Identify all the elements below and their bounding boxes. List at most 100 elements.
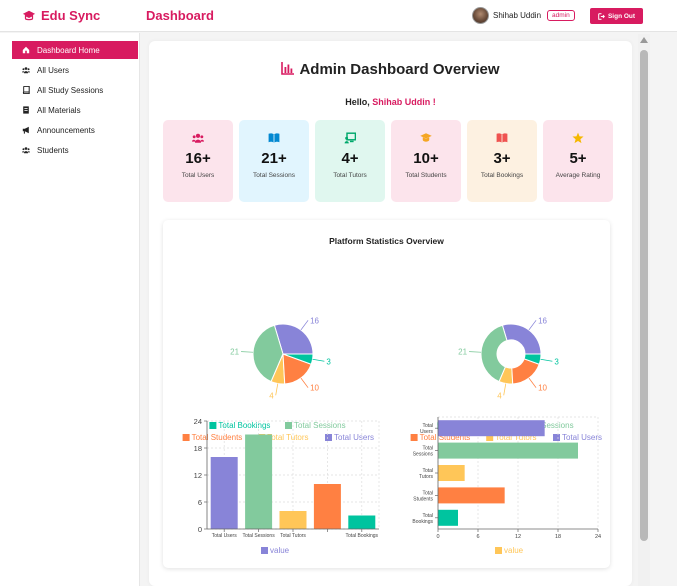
chart1-legend-swatch-total-users bbox=[553, 434, 560, 441]
hbar-xtick-label-0: 0 bbox=[436, 534, 439, 540]
vbar-ytick-label-18: 18 bbox=[194, 444, 202, 453]
book-open-icon bbox=[496, 133, 508, 143]
chart1-legend-total-users: Total Users bbox=[562, 433, 602, 442]
sign-out-button[interactable]: Sign Out bbox=[590, 8, 643, 24]
top-bar: Edu Sync Dashboard Shihab Uddin admin Si… bbox=[0, 0, 677, 32]
main-content: Admin Dashboard Overview Hello, Shihab U… bbox=[149, 41, 632, 586]
chart0-legend-total-students: Total Students bbox=[192, 433, 243, 442]
sidebar-item-label: All Study Sessions bbox=[37, 85, 104, 95]
overview-heading: Admin Dashboard Overview bbox=[149, 61, 632, 78]
vbar-bar-total-tutors bbox=[279, 511, 307, 529]
card-value: 21+ bbox=[261, 150, 287, 167]
chart0-label-line-total-sessions bbox=[241, 351, 254, 353]
chart1-slice-total-users bbox=[501, 323, 542, 355]
hbar-ytick-label-total-bookings-1: Bookings bbox=[412, 519, 433, 525]
card-value: 4+ bbox=[341, 150, 359, 167]
vbar-xtick-label-total-users: Total Users bbox=[212, 533, 238, 539]
sidebar-item-all-materials[interactable]: All Materials bbox=[12, 101, 138, 119]
book-icon bbox=[22, 86, 30, 94]
chart0-label-line-total-students bbox=[300, 377, 309, 388]
hbar-bar-total-users bbox=[438, 420, 545, 437]
stat-card-average-rating: 5+ Average Rating bbox=[543, 120, 613, 202]
role-badge: admin bbox=[547, 10, 575, 21]
vbar-xtick-label-total-bookings: Total Bookings bbox=[346, 533, 379, 539]
chart0-data-label-total-sessions: 21 bbox=[230, 348, 239, 357]
charts-canvas: 16 21 4 10 3 Total Bookings Total Sessions Tota… bbox=[182, 316, 602, 555]
users-icon bbox=[22, 67, 30, 74]
chart1-data-label-total-sessions: 21 bbox=[458, 348, 467, 357]
vbar-ytick-label-24: 24 bbox=[194, 417, 202, 426]
sidebar-item-dashboard-home[interactable]: Dashboard Home bbox=[12, 41, 138, 59]
hbar-ytick-label-total-sessions-1: Sessions bbox=[413, 452, 434, 458]
chart1-label-line-total-sessions bbox=[469, 351, 482, 353]
chart0-data-label-total-students: 10 bbox=[310, 384, 319, 393]
sidebar-item-label: Dashboard Home bbox=[37, 45, 100, 55]
chart1-legend-swatch-total-students bbox=[410, 434, 418, 441]
vbar-xtick-label-total-tutors: Total Tutors bbox=[280, 533, 306, 539]
vbar-xtick-label-total-sessions: Total Sessions bbox=[242, 533, 275, 539]
card-label: Total Sessions bbox=[253, 172, 295, 179]
sidebar-item-all-users[interactable]: All Users bbox=[12, 61, 138, 79]
chart1-data-label-total-bookings: 3 bbox=[554, 357, 559, 366]
hbar-legend-value: value bbox=[504, 546, 524, 555]
chart0-legend-swatch-total-bookings bbox=[209, 422, 217, 429]
sign-out-icon bbox=[598, 12, 605, 20]
scroll-up-arrow[interactable] bbox=[640, 37, 648, 43]
page-title: Dashboard bbox=[146, 8, 214, 23]
chart0-legend-swatch-total-students bbox=[182, 434, 190, 441]
chart0-legend-total-users: Total Users bbox=[334, 433, 374, 442]
stat-card-total-bookings: 3+ Total Bookings bbox=[467, 120, 537, 202]
hbar-ytick-label-total-students-1: Students bbox=[413, 496, 433, 502]
stat-card-total-sessions: 21+ Total Sessions bbox=[239, 120, 309, 202]
hbar-bar-total-bookings bbox=[438, 509, 458, 526]
card-label: Total Tutors bbox=[333, 172, 367, 179]
book-open-icon bbox=[268, 133, 280, 143]
chart1-data-label-total-users: 16 bbox=[538, 316, 547, 325]
vbar-ytick-label-6: 6 bbox=[198, 498, 202, 507]
user-info: Shihab Uddin admin bbox=[472, 7, 575, 24]
greeting: Hello, Shihab Uddin ! bbox=[149, 97, 632, 107]
chart0-legend-total-tutors: Total Tutors bbox=[267, 433, 308, 442]
star-icon bbox=[572, 132, 584, 144]
card-label: Total Users bbox=[181, 172, 215, 179]
avatar[interactable] bbox=[472, 7, 489, 24]
chart0-data-label-total-tutors: 4 bbox=[269, 391, 274, 400]
stat-card-total-students: 10+ Total Students bbox=[391, 120, 461, 202]
user-name: Shihab Uddin bbox=[493, 11, 542, 20]
card-label: Total Bookings bbox=[480, 172, 524, 179]
home-icon bbox=[22, 46, 30, 54]
chart0-legend-swatch-total-users bbox=[325, 434, 332, 441]
card-value: 10+ bbox=[413, 150, 439, 167]
vbar-bar-total-sessions bbox=[245, 434, 273, 529]
sidebar: Dashboard Home All Users All Study Sessi… bbox=[0, 33, 140, 586]
chart0-legend-total-bookings: Total Bookings bbox=[218, 421, 270, 430]
sidebar-item-all-study-sessions[interactable]: All Study Sessions bbox=[12, 81, 138, 99]
materials-icon bbox=[23, 106, 29, 114]
chart0-label-line-total-users bbox=[300, 320, 309, 331]
chart1-label-line-total-users bbox=[528, 320, 537, 331]
sidebar-item-label: All Users bbox=[37, 65, 70, 75]
hbar-legend-swatch bbox=[495, 547, 502, 554]
chalkboard-icon bbox=[344, 132, 356, 144]
sidebar-item-announcements[interactable]: Announcements bbox=[12, 121, 138, 139]
chart0-legend-total-sessions: Total Sessions bbox=[294, 421, 346, 430]
overview-title-text: Admin Dashboard Overview bbox=[299, 61, 500, 78]
brand[interactable]: Edu Sync bbox=[22, 8, 100, 23]
chart0-label-line-total-tutors bbox=[275, 383, 279, 396]
sidebar-item-label: All Materials bbox=[37, 105, 81, 115]
chart0-data-label-total-users: 16 bbox=[310, 316, 319, 325]
hbar-bar-total-sessions bbox=[438, 442, 578, 459]
sign-out-label: Sign Out bbox=[607, 12, 636, 20]
card-label: Total Students bbox=[405, 172, 447, 179]
chart1-label-line-total-bookings bbox=[540, 358, 553, 362]
stat-card-total-tutors: 4+ Total Tutors bbox=[315, 120, 385, 202]
hbar-xtick-label-6: 6 bbox=[476, 534, 479, 540]
hbar-bar-total-tutors bbox=[438, 465, 465, 481]
scrollbar-thumb[interactable] bbox=[640, 50, 648, 541]
hbar-xtick-label-24: 24 bbox=[595, 534, 601, 540]
graduation-cap-icon bbox=[22, 10, 36, 20]
vbar-ytick-label-12: 12 bbox=[194, 471, 202, 480]
sidebar-item-students[interactable]: Students bbox=[12, 141, 138, 159]
chart0-data-label-total-bookings: 3 bbox=[326, 357, 331, 366]
megaphone-icon bbox=[22, 126, 29, 134]
